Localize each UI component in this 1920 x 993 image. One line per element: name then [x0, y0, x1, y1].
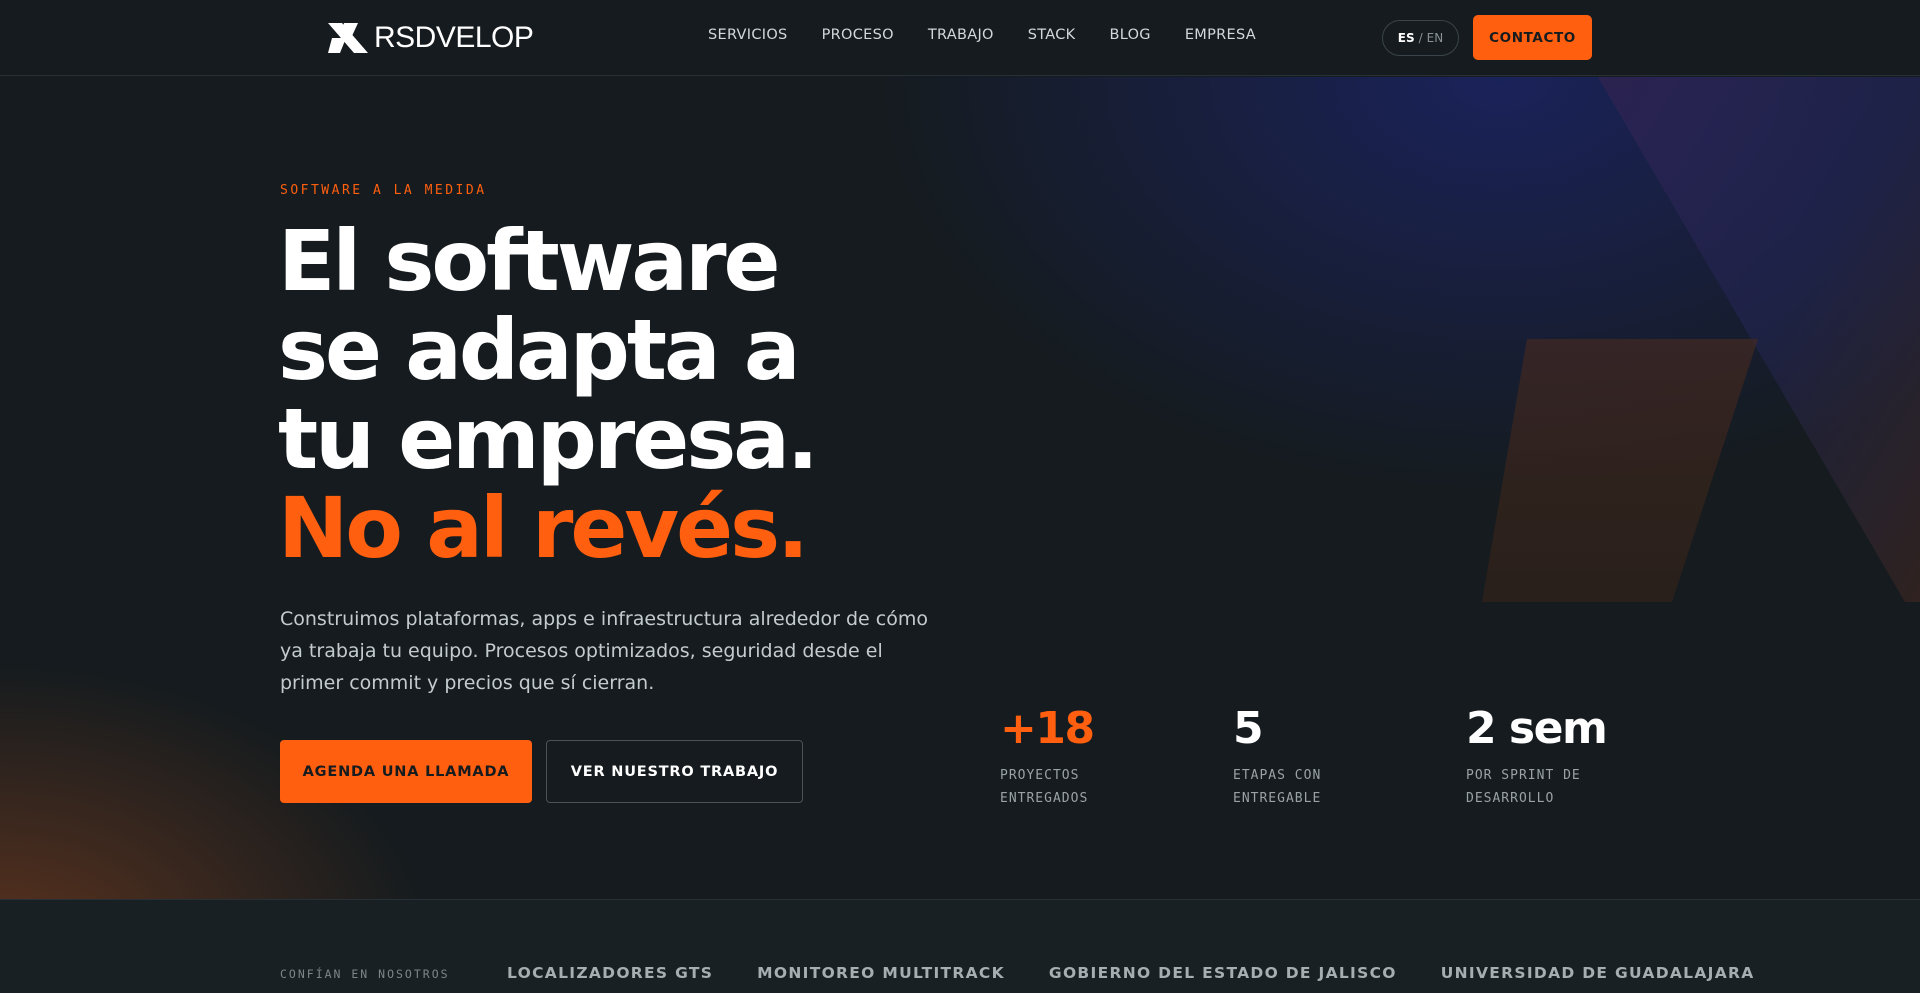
lang-separator: / — [1418, 31, 1423, 45]
nav-link-stack[interactable]: STACK — [1028, 27, 1076, 43]
language-switcher[interactable]: ES / EN — [1382, 20, 1459, 56]
schedule-call-button[interactable]: AGENDA UNA LLAMADA — [280, 740, 532, 803]
headline-line-2: se adapta a — [278, 301, 801, 399]
stat-projects: +18 PROYECTOS ENTREGADOS — [1000, 704, 1200, 810]
client-list: LOCALIZADORES GTS MONITOREO MULTITRACK G… — [507, 964, 1755, 982]
nav-link-empresa[interactable]: EMPRESA — [1185, 27, 1256, 43]
stat-label: PROYECTOS ENTREGADOS — [1000, 768, 1089, 806]
stat-label: ETAPAS CON ENTREGABLE — [1233, 768, 1322, 806]
client-logo-gts: LOCALIZADORES GTS — [507, 964, 714, 982]
nav-link-servicios[interactable]: SERVICIOS — [708, 27, 788, 43]
headline-line-1: El software — [278, 212, 781, 310]
hero-description: Construimos plataformas, apps e infraest… — [280, 608, 928, 694]
nav-link-trabajo[interactable]: TRABAJO — [928, 27, 994, 43]
hero-eyebrow: SOFTWARE A LA MEDIDA — [280, 183, 487, 198]
headline-line-3: tu empresa. — [278, 390, 819, 488]
hero-section: SOFTWARE A LA MEDIDA El software se adap… — [0, 77, 1920, 899]
headline-line-4-accent: No al revés. — [278, 479, 809, 577]
stat-stages: 5 ETAPAS CON ENTREGABLE — [1233, 704, 1433, 810]
lang-en[interactable]: EN — [1427, 31, 1444, 45]
lang-es[interactable]: ES — [1398, 31, 1415, 45]
main-nav: SERVICIOS PROCESO TRABAJO STACK BLOG EMP… — [708, 27, 1256, 43]
hero-headline: El software se adapta a tu empresa. No a… — [278, 217, 978, 573]
stat-label: POR SPRINT DE DESARROLLO — [1466, 768, 1581, 806]
stat-sprint: 2 sem POR SPRINT DE DESARROLLO — [1466, 704, 1666, 810]
stat-value: 2 sem — [1466, 703, 1608, 754]
brand-logo[interactable]: RSDVELOP — [328, 21, 534, 54]
stat-value: 5 — [1233, 703, 1264, 754]
client-logo-jalisco: GOBIERNO DEL ESTADO DE JALISCO — [1048, 964, 1397, 982]
client-logo-multitrack: MONITOREO MULTITRACK — [757, 964, 1005, 982]
site-header: RSDVELOP SERVICIOS PROCESO TRABAJO STACK… — [0, 0, 1920, 76]
clients-bar: CONFÍAN EN NOSOTROS LOCALIZADORES GTS MO… — [0, 899, 1920, 993]
client-logo-udg: UNIVERSIDAD DE GUADALAJARA — [1440, 964, 1755, 982]
nav-link-proceso[interactable]: PROCESO — [822, 27, 894, 43]
brand-name: RSDVELOP — [374, 21, 534, 54]
view-work-button[interactable]: VER NUESTRO TRABAJO — [546, 740, 803, 803]
nav-link-blog[interactable]: BLOG — [1109, 27, 1150, 43]
logo-mark-icon — [328, 23, 368, 53]
stat-value: +18 — [1000, 703, 1095, 754]
clients-label: CONFÍAN EN NOSOTROS — [280, 967, 450, 981]
contact-button[interactable]: CONTACTO — [1473, 15, 1592, 60]
